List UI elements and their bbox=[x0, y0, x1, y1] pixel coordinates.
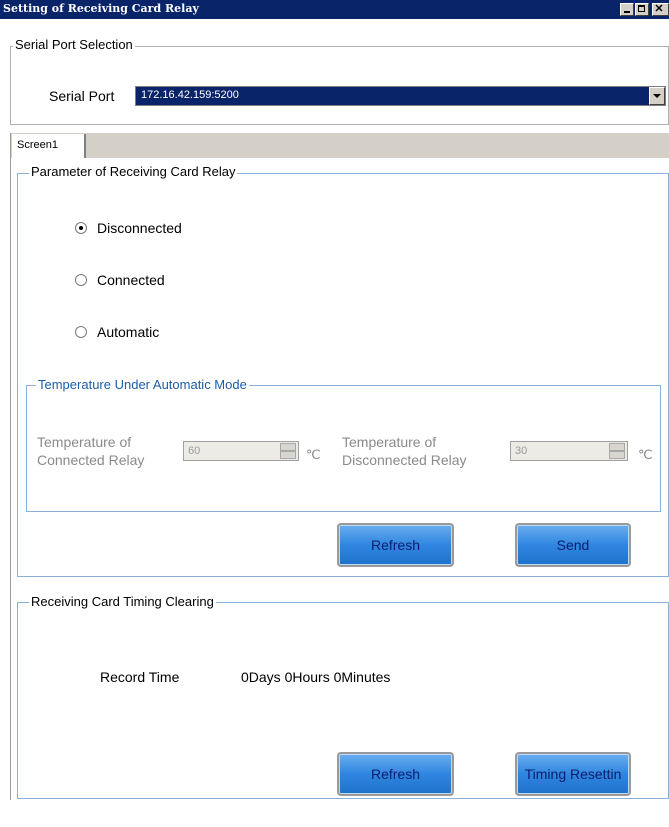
connected-temp-spinbox[interactable]: 60 bbox=[183, 441, 299, 461]
close-button[interactable]: ✕ bbox=[652, 3, 669, 16]
connected-temp-label-line2: Connected Relay bbox=[37, 452, 145, 468]
disconnected-temp-label-line2: Disconnected Relay bbox=[342, 452, 467, 468]
disconnected-temp-spinbox[interactable]: 30 bbox=[510, 441, 628, 461]
serial-port-label: Serial Port bbox=[49, 88, 115, 104]
connected-temp-unit: ℃ bbox=[306, 447, 321, 462]
serial-port-value: 172.16.42.159:5200 bbox=[141, 89, 239, 101]
disconnected-temp-label-line1: Temperature of bbox=[342, 434, 437, 450]
maximize-icon bbox=[638, 5, 645, 12]
temperature-group-label: Temperature Under Automatic Mode bbox=[36, 377, 249, 392]
tab-page-border bbox=[10, 133, 11, 800]
minimize-icon bbox=[624, 11, 630, 13]
serial-port-group-label: Serial Port Selection bbox=[13, 37, 135, 52]
radio-automatic[interactable] bbox=[75, 326, 87, 338]
tab-screen1-label: Screen1 bbox=[17, 139, 58, 151]
radio-disconnected[interactable] bbox=[75, 222, 87, 234]
connected-temp-value: 60 bbox=[188, 445, 201, 457]
minimize-button[interactable] bbox=[620, 3, 634, 16]
serial-port-select[interactable]: 172.16.42.159:5200 bbox=[135, 86, 666, 106]
radio-automatic-label[interactable]: Automatic bbox=[97, 324, 159, 340]
connected-temp-label: Temperature of Connected Relay bbox=[37, 433, 144, 469]
connected-temp-label-line1: Temperature of bbox=[37, 434, 132, 450]
record-time-value: 0Days 0Hours 0Minutes bbox=[241, 669, 391, 685]
timing-clearing-group-label: Receiving Card Timing Clearing bbox=[29, 594, 216, 609]
timing-reset-button[interactable]: Timing Resettin bbox=[515, 752, 631, 796]
maximize-button[interactable] bbox=[635, 3, 649, 16]
tab-strip bbox=[10, 133, 669, 158]
close-icon: ✕ bbox=[654, 3, 664, 15]
relay-parameter-group-label: Parameter of Receiving Card Relay bbox=[29, 164, 238, 179]
radio-connected-label[interactable]: Connected bbox=[97, 272, 165, 288]
chevron-down-icon[interactable] bbox=[649, 87, 665, 105]
radio-connected[interactable] bbox=[75, 274, 87, 286]
window-title: Setting of Receiving Card Relay bbox=[3, 2, 199, 15]
disconnected-temp-unit: ℃ bbox=[638, 447, 653, 462]
record-time-label: Record Time bbox=[100, 669, 180, 685]
disconnected-temp-value: 30 bbox=[515, 445, 528, 457]
tab-screen1[interactable]: Screen1 bbox=[12, 134, 86, 158]
timing-refresh-button[interactable]: Refresh bbox=[337, 752, 454, 796]
spin-arrows-icon[interactable] bbox=[609, 443, 625, 459]
radio-disconnected-label[interactable]: Disconnected bbox=[97, 220, 182, 236]
disconnected-temp-label: Temperature of Disconnected Relay bbox=[342, 433, 467, 469]
send-button[interactable]: Send bbox=[515, 523, 631, 567]
relay-refresh-button[interactable]: Refresh bbox=[337, 523, 454, 567]
spin-arrows-icon[interactable] bbox=[280, 443, 296, 459]
